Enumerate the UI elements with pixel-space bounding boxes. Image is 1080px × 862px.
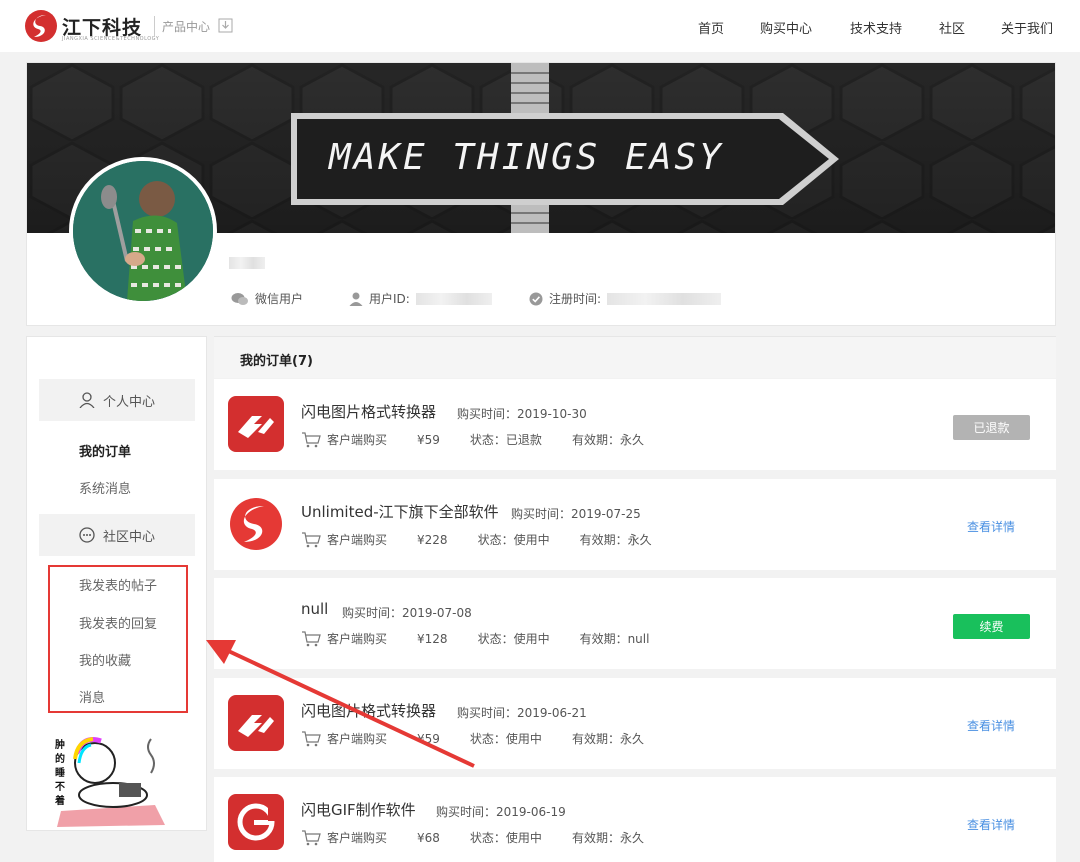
order-status: 状态：使用中 bbox=[477, 632, 550, 646]
order-channel: 客户端购买 bbox=[327, 831, 388, 845]
check-circle-icon bbox=[529, 292, 543, 305]
order-price: ¥128 bbox=[417, 631, 448, 646]
avatar[interactable] bbox=[69, 157, 217, 305]
cart-icon bbox=[302, 829, 321, 845]
sticker-caption: 肿 的 睡 不 着 bbox=[55, 740, 65, 807]
order-validity: 有效期：永久 bbox=[571, 433, 644, 447]
order-price: ¥59 bbox=[417, 432, 440, 447]
product-center-link[interactable]: 产品中心 bbox=[162, 18, 210, 35]
order-price: ¥68 bbox=[417, 830, 440, 845]
user-outline-icon bbox=[79, 392, 95, 408]
personal-center-header[interactable]: 个人中心 bbox=[39, 379, 195, 421]
download-icon[interactable] bbox=[218, 18, 233, 33]
order-details-row: 客户端购买 ¥59 状态：使用中 有效期：永久 bbox=[301, 730, 644, 747]
cart-icon bbox=[302, 730, 321, 746]
jiangxia-logo-icon[interactable] bbox=[228, 496, 284, 552]
sidebar: 个人中心 我的订单 系统消息 社区中心 我发表的帖子 我发表的回复 我的收藏 消… bbox=[26, 336, 207, 831]
order-purchase-time: 购买时间：2019-07-08 bbox=[342, 606, 472, 620]
jiangxia-logo-icon[interactable] bbox=[24, 9, 58, 43]
order-purchase-time: 购买时间：2019-06-19 bbox=[436, 805, 566, 819]
view-details-link[interactable]: 查看详情 bbox=[967, 717, 1015, 734]
user-id-redacted bbox=[415, 292, 492, 305]
nav-community[interactable]: 社区 bbox=[939, 18, 965, 37]
order-purchase-time: 购买时间：2019-07-25 bbox=[511, 507, 641, 521]
registration-time-info: 注册时间: bbox=[529, 290, 722, 307]
wechat-user-info: 微信用户 bbox=[231, 290, 303, 307]
user-id-info: 用户ID: bbox=[349, 290, 492, 307]
top-navigation-bar: 江下科技 JIANGXIA SCIENCE&TECHNOLOGY 产品中心 首页… bbox=[0, 0, 1080, 52]
community-center-label: 社区中心 bbox=[102, 529, 155, 545]
order-details-row: 客户端购买 ¥59 状态：已退款 有效期：永久 bbox=[301, 431, 644, 448]
user-icon bbox=[349, 292, 363, 306]
order-product-name[interactable]: Unlimited-江下旗下全部软件 bbox=[301, 501, 499, 522]
order-details-row: 客户端购买 ¥68 状态：使用中 有效期：永久 bbox=[301, 829, 644, 846]
nav-tech-support[interactable]: 技术支持 bbox=[850, 18, 902, 37]
order-validity: 有效期：永久 bbox=[571, 732, 644, 746]
profile-card: MAKE THINGS EASY 微信用户 用户ID: 注册时间: bbox=[26, 62, 1056, 326]
order-validity: 有效期：永久 bbox=[571, 831, 644, 845]
order-product-name[interactable]: 闪电GIF制作软件 bbox=[301, 799, 416, 820]
nav-home[interactable]: 首页 bbox=[698, 18, 724, 37]
renew-button[interactable]: 续费 bbox=[953, 614, 1030, 639]
sidebar-item-system-messages[interactable]: 系统消息 bbox=[79, 478, 131, 497]
view-details-link[interactable]: 查看详情 bbox=[967, 518, 1015, 535]
order-product-name[interactable]: 闪电图片格式转换器 bbox=[301, 401, 436, 422]
wechat-icon bbox=[231, 292, 248, 305]
community-center-header[interactable]: 社区中心 bbox=[39, 514, 195, 556]
order-purchase-time: 购买时间：2019-06-21 bbox=[457, 706, 587, 720]
annotation-highlight-box bbox=[48, 565, 188, 713]
order-price: ¥59 bbox=[417, 731, 440, 746]
orders-title: 我的订单(7) bbox=[240, 354, 313, 369]
lightning-converter-icon[interactable] bbox=[228, 695, 284, 751]
username-redacted bbox=[229, 257, 265, 269]
chat-dots-icon bbox=[79, 527, 95, 543]
order-card: 闪电图片格式转换器 购买时间：2019-06-21 客户端购买 ¥59 状态：使… bbox=[214, 678, 1056, 769]
personal-center-label: 个人中心 bbox=[102, 394, 155, 410]
nav-purchase-center[interactable]: 购买中心 bbox=[760, 18, 812, 37]
header-divider bbox=[154, 16, 155, 36]
sidebar-item-my-orders[interactable]: 我的订单 bbox=[79, 441, 131, 460]
order-channel: 客户端购买 bbox=[327, 732, 388, 746]
order-status: 状态：使用中 bbox=[469, 831, 542, 845]
sleepy-meme-sticker: 肿 的 睡 不 着 bbox=[53, 733, 173, 829]
order-validity: 有效期：null bbox=[579, 632, 650, 646]
banner-slogan: MAKE THINGS EASY bbox=[329, 137, 724, 178]
brand-subtitle: JIANGXIA SCIENCE&TECHNOLOGY bbox=[62, 36, 160, 42]
orders-header: 我的订单(7) bbox=[214, 336, 1056, 378]
order-status: 状态：已退款 bbox=[469, 433, 542, 447]
order-status: 状态：使用中 bbox=[477, 533, 550, 547]
refunded-button[interactable]: 已退款 bbox=[953, 415, 1030, 440]
order-price: ¥228 bbox=[417, 532, 448, 547]
order-channel: 客户端购买 bbox=[327, 632, 388, 646]
order-status: 状态：使用中 bbox=[469, 732, 542, 746]
order-product-name[interactable]: null bbox=[301, 600, 328, 618]
cart-icon bbox=[302, 431, 321, 447]
order-channel: 客户端购买 bbox=[327, 433, 388, 447]
order-channel: 客户端购买 bbox=[327, 533, 388, 547]
order-card: Unlimited-江下旗下全部软件 购买时间：2019-07-25 客户端购买… bbox=[214, 479, 1056, 570]
view-details-link[interactable]: 查看详情 bbox=[967, 816, 1015, 833]
nav-about-us[interactable]: 关于我们 bbox=[1001, 18, 1053, 37]
user-id-label: 用户ID: bbox=[369, 292, 410, 306]
order-validity: 有效期：永久 bbox=[579, 533, 652, 547]
order-card: 闪电图片格式转换器 购买时间：2019-10-30 客户端购买 ¥59 状态：已… bbox=[214, 379, 1056, 470]
lightning-converter-icon[interactable] bbox=[228, 396, 284, 452]
wechat-user-label: 微信用户 bbox=[255, 292, 304, 306]
gif-maker-icon[interactable] bbox=[228, 794, 284, 850]
order-card: 闪电GIF制作软件 购买时间：2019-06-19 客户端购买 ¥68 状态：使… bbox=[214, 777, 1056, 862]
order-details-row: 客户端购买 ¥128 状态：使用中 有效期：null bbox=[301, 630, 649, 647]
order-purchase-time: 购买时间：2019-10-30 bbox=[457, 407, 587, 421]
registration-time-label: 注册时间: bbox=[549, 292, 602, 306]
order-details-row: 客户端购买 ¥228 状态：使用中 有效期：永久 bbox=[301, 531, 652, 548]
registration-time-redacted bbox=[607, 292, 722, 305]
cart-icon bbox=[302, 531, 321, 547]
cart-icon bbox=[302, 630, 321, 646]
sticker-drawing bbox=[57, 737, 165, 827]
order-card: null 购买时间：2019-07-08 客户端购买 ¥128 状态：使用中 有… bbox=[214, 578, 1056, 669]
order-product-name[interactable]: 闪电图片格式转换器 bbox=[301, 700, 436, 721]
